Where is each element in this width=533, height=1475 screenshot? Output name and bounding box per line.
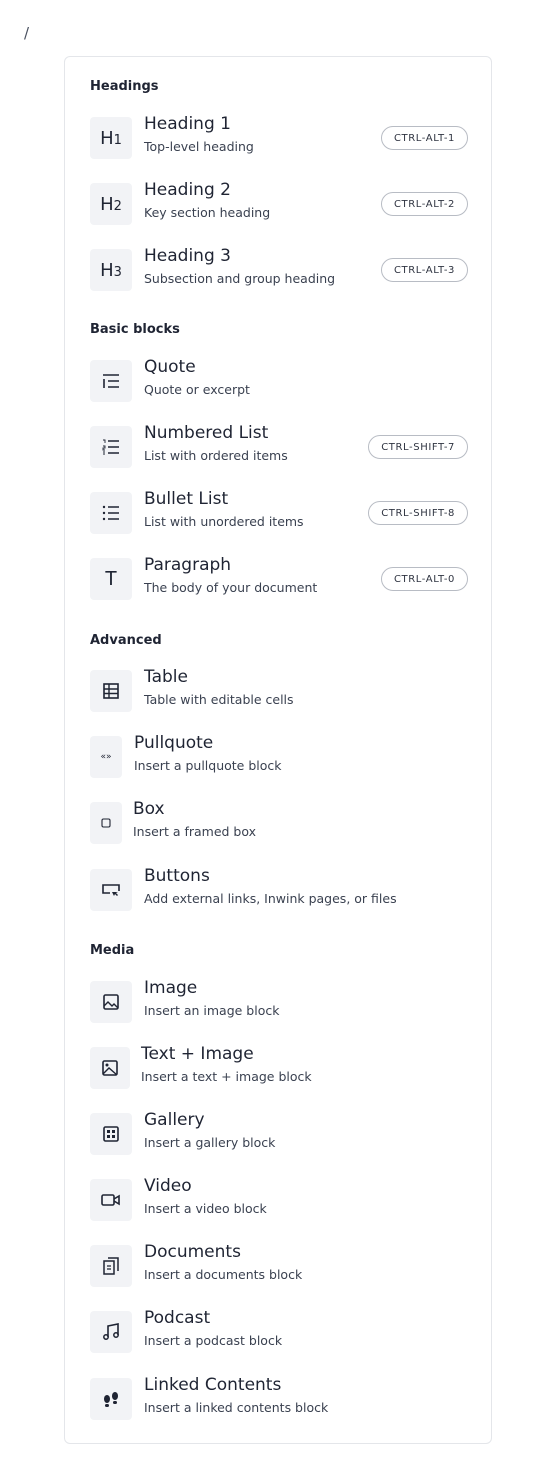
menu-item-table[interactable]: Table Table with editable cells: [90, 667, 468, 714]
menu-item-video[interactable]: Video Insert a video block: [90, 1176, 468, 1223]
item-title: Heading 3: [144, 246, 231, 266]
shortcut-badge: CTRL-SHIFT-8: [368, 501, 468, 525]
shortcut-badge: CTRL-ALT-0: [380, 567, 468, 591]
item-title: Documents: [144, 1242, 241, 1262]
item-title: Numbered List: [144, 423, 269, 443]
menu-item-box[interactable]: Box Insert a framed box: [90, 799, 468, 846]
paragraph-icon: T: [90, 558, 132, 600]
menu-item-podcast[interactable]: Podcast Insert a podcast block: [90, 1308, 468, 1355]
shortcut-badge: CTRL-ALT-1: [380, 126, 468, 150]
item-title: Heading 2: [144, 180, 231, 200]
item-description: Insert a podcast block: [144, 1333, 283, 1348]
menu-item-heading-3[interactable]: H3 Heading 3 Subsection and group headin…: [90, 246, 468, 293]
menu-item-image[interactable]: Image Insert an image block: [90, 978, 468, 1025]
item-title: Table: [144, 667, 188, 687]
section-title-media: Media: [90, 943, 135, 958]
shortcut-badge: CTRL-SHIFT-7: [368, 435, 468, 459]
section-title-advanced: Advanced: [90, 633, 162, 648]
item-description: Table with editable cells: [144, 692, 294, 707]
menu-item-quote[interactable]: Quote Quote or excerpt: [90, 357, 468, 404]
shortcut-badge: CTRL-ALT-2: [380, 192, 468, 216]
item-description: The body of your document: [144, 580, 318, 595]
item-description: List with unordered items: [144, 514, 304, 529]
menu-item-documents[interactable]: Documents Insert a documents block: [90, 1242, 468, 1289]
documents-icon: [90, 1245, 132, 1287]
quote-icon: [90, 360, 132, 402]
item-description: Add external links, Inwink pages, or fil…: [144, 891, 397, 906]
text-image-icon: [90, 1047, 130, 1089]
menu-item-heading-2[interactable]: H2 Heading 2 Key section heading CTRL-AL…: [90, 180, 468, 227]
menu-item-heading-1[interactable]: H1 Heading 1 Top-level heading CTRL-ALT-…: [90, 114, 468, 161]
gallery-icon: [90, 1113, 132, 1155]
item-description: Insert a framed box: [133, 824, 257, 839]
item-title: Linked Contents: [144, 1375, 282, 1395]
item-title: Box: [133, 799, 165, 819]
item-description: Subsection and group heading: [144, 271, 336, 286]
item-description: Insert an image block: [144, 1003, 280, 1018]
item-description: Quote or excerpt: [144, 382, 250, 397]
heading-2-icon: H2: [90, 183, 132, 225]
item-title: Buttons: [144, 866, 210, 886]
item-description: Insert a text + image block: [141, 1069, 312, 1084]
footprints-icon: [90, 1378, 132, 1420]
item-description: Key section heading: [144, 205, 271, 220]
item-title: Pullquote: [134, 733, 214, 753]
menu-item-text-image[interactable]: Text + Image Insert a text + image block: [90, 1044, 468, 1091]
buttons-icon: [90, 869, 132, 911]
block-insert-menu: Headings H1 Heading 1 Top-level heading …: [64, 56, 492, 1444]
section-title-basic-blocks: Basic blocks: [90, 322, 180, 337]
pullquote-icon: «»: [90, 736, 122, 778]
box-icon: [90, 802, 122, 844]
numbered-list-icon: [90, 426, 132, 468]
video-icon: [90, 1179, 132, 1221]
heading-3-icon: H3: [90, 249, 132, 291]
item-description: Insert a linked contents block: [144, 1400, 329, 1415]
item-title: Bullet List: [144, 489, 229, 509]
image-icon: [90, 981, 132, 1023]
item-description: Insert a pullquote block: [134, 758, 282, 773]
bullet-list-icon: [90, 492, 132, 534]
item-title: Heading 1: [144, 114, 231, 134]
item-title: Text + Image: [141, 1044, 254, 1064]
menu-item-buttons[interactable]: Buttons Add external links, Inwink pages…: [90, 866, 468, 913]
menu-item-pullquote[interactable]: «» Pullquote Insert a pullquote block: [90, 733, 468, 780]
item-title: Image: [144, 978, 198, 998]
podcast-icon: [90, 1311, 132, 1353]
table-icon: [90, 670, 132, 712]
item-description: Top-level heading: [144, 139, 254, 154]
item-description: Insert a gallery block: [144, 1135, 276, 1150]
item-title: Video: [144, 1176, 192, 1196]
menu-item-linked-contents[interactable]: Linked Contents Insert a linked contents…: [90, 1375, 468, 1422]
menu-item-paragraph[interactable]: T Paragraph The body of your document CT…: [90, 555, 468, 602]
item-title: Paragraph: [144, 555, 232, 575]
menu-item-gallery[interactable]: Gallery Insert a gallery block: [90, 1110, 468, 1157]
section-title-headings: Headings: [90, 79, 159, 94]
shortcut-badge: CTRL-ALT-3: [380, 258, 468, 282]
item-description: Insert a documents block: [144, 1267, 303, 1282]
item-description: List with ordered items: [144, 448, 288, 463]
slash-trigger: /: [24, 24, 30, 42]
item-title: Podcast: [144, 1308, 211, 1328]
menu-item-numbered-list[interactable]: Numbered List List with ordered items CT…: [90, 423, 468, 470]
item-description: Insert a video block: [144, 1201, 267, 1216]
heading-1-icon: H1: [90, 117, 132, 159]
item-title: Gallery: [144, 1110, 205, 1130]
menu-item-bullet-list[interactable]: Bullet List List with unordered items CT…: [90, 489, 468, 536]
item-title: Quote: [144, 357, 196, 377]
